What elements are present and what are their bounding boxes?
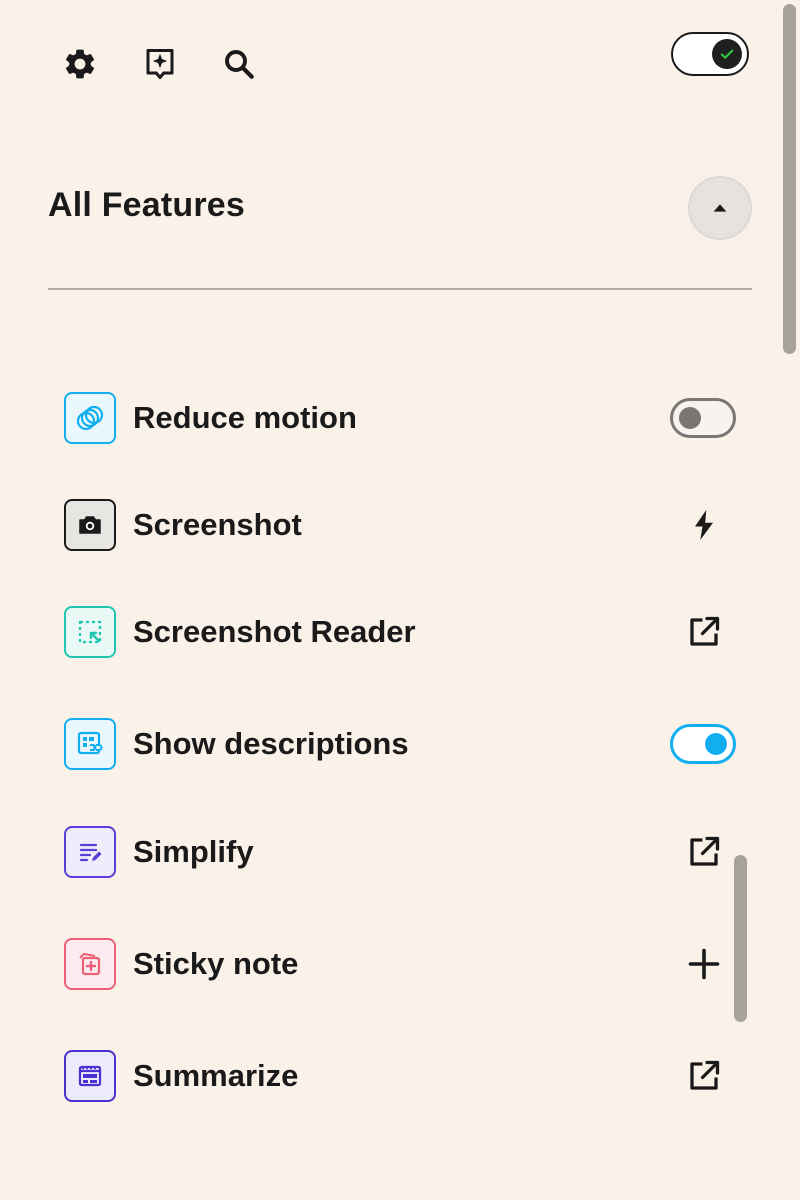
feature-show-descriptions[interactable]: Show descriptions xyxy=(64,716,736,772)
reduce-motion-icon xyxy=(64,392,116,444)
sticky-note-icon xyxy=(64,938,116,990)
feature-summarize[interactable]: Summarize xyxy=(64,1048,736,1104)
simplify-icon xyxy=(64,826,116,878)
feature-label: Sticky note xyxy=(133,946,299,981)
open-screenshot-reader-button[interactable] xyxy=(682,610,726,654)
collapse-section-button[interactable] xyxy=(688,176,752,240)
section-title: All Features xyxy=(48,186,246,224)
feature-label: Show descriptions xyxy=(133,726,409,761)
checkmark-icon xyxy=(720,49,734,59)
master-toggle[interactable] xyxy=(671,32,749,76)
lightning-icon xyxy=(695,510,713,540)
quick-capture-button[interactable] xyxy=(682,503,726,547)
reduce-motion-toggle[interactable] xyxy=(670,398,736,438)
open-external-icon xyxy=(690,836,720,866)
summarize-icon xyxy=(64,1050,116,1102)
add-sticky-note-button[interactable] xyxy=(682,942,726,986)
gear-icon xyxy=(65,49,95,79)
open-summarize-button[interactable] xyxy=(682,1054,726,1098)
feature-label: Summarize xyxy=(133,1058,299,1093)
toggle-switch-off xyxy=(670,398,736,438)
open-simplify-button[interactable] xyxy=(682,830,726,874)
feature-sticky-note[interactable]: Sticky note xyxy=(64,936,736,992)
toolbar xyxy=(0,0,800,130)
master-toggle-knob xyxy=(712,39,742,69)
feature-screenshot[interactable]: Screenshot xyxy=(64,497,736,553)
page-scrollbar-thumb[interactable] xyxy=(783,4,796,354)
toggle-switch-on xyxy=(670,724,736,764)
settings-button[interactable] xyxy=(56,40,104,88)
feature-label: Screenshot xyxy=(133,507,302,542)
section-divider xyxy=(48,288,752,290)
show-descriptions-toggle[interactable] xyxy=(670,724,736,764)
search-button[interactable] xyxy=(215,40,263,88)
feature-screenshot-reader[interactable]: Screenshot Reader xyxy=(64,604,736,660)
camera-icon xyxy=(64,499,116,551)
open-external-icon xyxy=(690,616,720,646)
ai-assistant-button[interactable] xyxy=(136,40,184,88)
feature-label: Screenshot Reader xyxy=(133,614,416,649)
screenshot-reader-icon xyxy=(64,606,116,658)
feature-simplify[interactable]: Simplify xyxy=(64,824,736,880)
list-scrollbar-thumb[interactable] xyxy=(734,855,747,1022)
show-descriptions-icon xyxy=(64,718,116,770)
open-external-icon xyxy=(690,1060,720,1090)
search-icon xyxy=(225,50,254,79)
triangle-up-icon xyxy=(713,204,727,212)
feature-label: Simplify xyxy=(133,834,254,869)
feature-label: Reduce motion xyxy=(133,400,357,435)
plus-icon xyxy=(688,948,720,980)
feature-reduce-motion[interactable]: Reduce motion xyxy=(64,390,736,446)
sparkle-chat-icon xyxy=(146,49,174,79)
